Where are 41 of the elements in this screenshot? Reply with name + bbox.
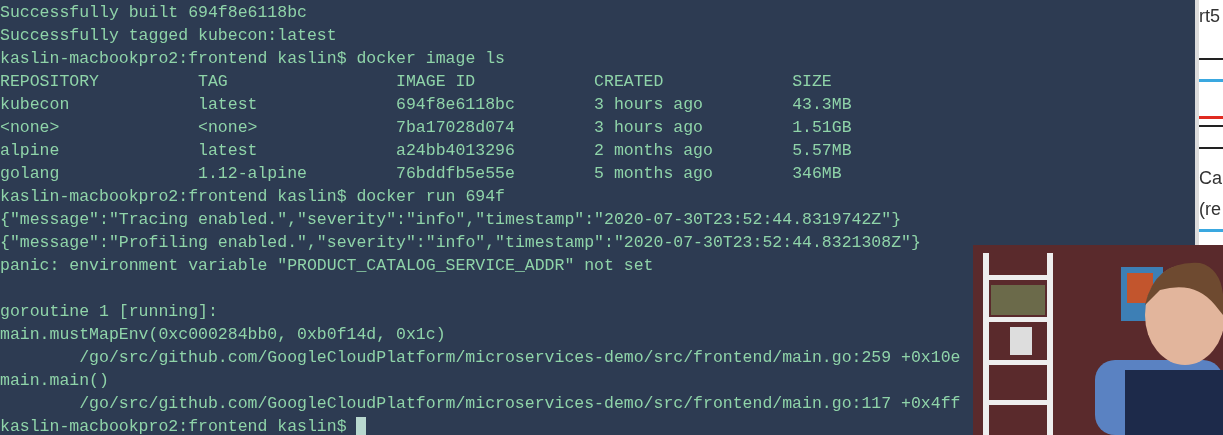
column-header: REPOSITORY: [0, 72, 100, 91]
table-cell: 3 hours ago: [594, 95, 703, 114]
terminal-line: panic: environment variable "PRODUCT_CATALOG_SERVICE_ADDR" not set: [0, 256, 654, 275]
terminal-line: main.main(): [0, 371, 109, 390]
terminal-line: /go/src/github.com/GoogleCloudPlatform/microservices-demo/src/frontend/main.go:259 +0x10e: [79, 348, 961, 367]
column-header: SIZE: [792, 72, 832, 91]
column-header: CREATED: [594, 72, 664, 91]
table-cell: 346MB: [792, 164, 842, 183]
terminal-line: kaslin-macbookpro2:frontend kaslin$ docker run 694f: [0, 187, 505, 206]
table-cell: 1.12-alpine: [198, 164, 307, 183]
shell-prompt: kaslin-macbookpro2:frontend kaslin$: [0, 416, 347, 435]
table-cell: latest: [198, 141, 258, 160]
terminal-line: main.mustMapEnv(0xc000284bb0, 0xb0f14d, 0x1c): [0, 325, 446, 344]
table-cell: 5 months ago: [594, 164, 713, 183]
window-text: rt5: [1199, 5, 1221, 28]
table-cell: 7ba17028d074: [396, 118, 515, 137]
table-cell: 43.3MB: [792, 95, 852, 114]
table-cell: alpine: [0, 141, 60, 160]
terminal-line: /go/src/github.com/GoogleCloudPlatform/microservices-demo/src/frontend/main.go:117 +0x4ff: [79, 394, 961, 413]
table-cell: 2 months ago: [594, 141, 713, 160]
table-cell: <none>: [198, 118, 258, 137]
window-text: Ca: [1199, 167, 1223, 190]
terminal-line: {"message":"Profiling enabled.","severity":"info","timestamp":"2020-07-30T23:52:44.8321308Z"}: [0, 233, 921, 252]
table-cell: 3 hours ago: [594, 118, 703, 137]
window-text: (re: [1199, 198, 1222, 221]
terminal-line: {"message":"Tracing enabled.","severity":"info","timestamp":"2020-07-30T23:52:44.8319742Z"}: [0, 210, 902, 229]
table-cell: 1.51GB: [792, 118, 852, 137]
terminal-line: goroutine 1 [running]:: [0, 302, 218, 321]
table-cell: 5.57MB: [792, 141, 852, 160]
table-cell: 694f8e6118bc: [396, 95, 515, 114]
terminal-line: Successfully tagged kubecon:latest: [0, 26, 337, 45]
table-cell: kubecon: [0, 95, 70, 114]
table-cell: latest: [198, 95, 258, 114]
column-header: IMAGE ID: [396, 72, 476, 91]
column-header: TAG: [198, 72, 228, 91]
table-cell: a24bb4013296: [396, 141, 515, 160]
terminal-line: Successfully built 694f8e6118bc: [0, 3, 307, 22]
table-cell: 76bddfb5e55e: [396, 164, 515, 183]
table-cell: <none>: [0, 118, 60, 137]
table-cell: golang: [0, 164, 60, 183]
terminal-line: kaslin-macbookpro2:frontend kaslin$ docker image ls: [0, 49, 505, 68]
